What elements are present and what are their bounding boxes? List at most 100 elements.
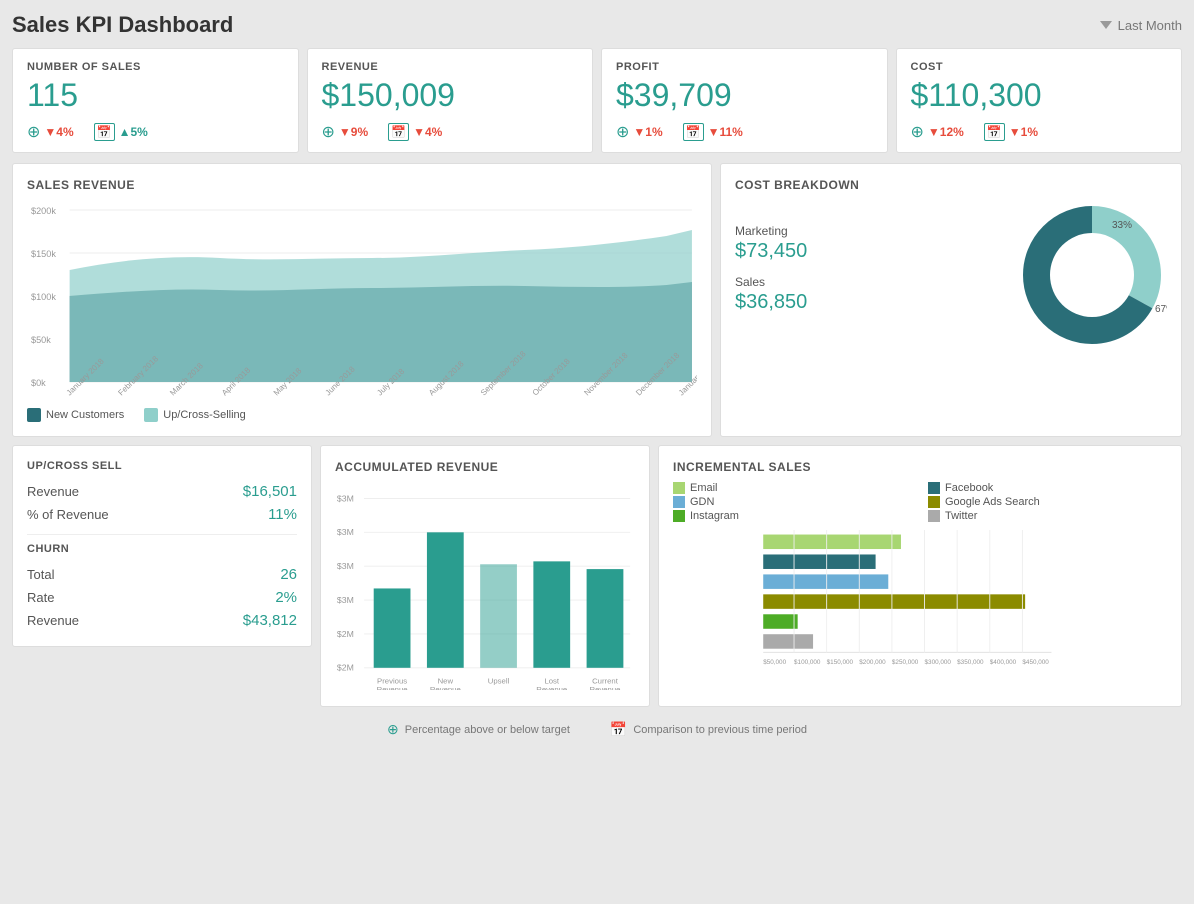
upcross-revenue-row: Revenue $16,501 [27,480,297,503]
kpi-label-1: REVENUE [322,61,579,73]
kpi-metric2-val-1: ▼4% [413,125,442,139]
calendar-icon-2: 📅 [683,123,704,141]
filter-button[interactable]: Last Month [1100,18,1182,33]
svg-text:$100k: $100k [31,292,56,302]
bottom-grid: UP/CROSS SELL Revenue $16,501 % of Reven… [12,445,1182,707]
svg-text:$400,000: $400,000 [990,659,1017,666]
kpi-metric2-3: 📅 ▼1% [984,122,1038,142]
legend-facebook-box [928,482,940,494]
svg-text:$150,000: $150,000 [827,659,854,666]
legend-gdn-box [673,496,685,508]
svg-text:$200k: $200k [31,206,56,216]
svg-text:$100,000: $100,000 [794,659,821,666]
churn-revenue-label: Revenue [27,613,79,628]
churn-rate-label: Rate [27,590,54,605]
kpi-metrics-1: ⊕ ▼9% 📅 ▼4% [322,122,579,142]
churn-total-value: 26 [280,566,297,583]
legend-instagram-box [673,510,685,522]
legend-facebook: Facebook [928,482,1167,494]
kpi-label-2: PROFIT [616,61,873,73]
upcross-title: UP/CROSS SELL [27,460,297,472]
kpi-card-0: NUMBER OF SALES 115 ⊕ ▼4% 📅 ▲5% [12,48,299,153]
accumulated-revenue-title: ACCUMULATED REVENUE [335,460,635,474]
legend-twitter: Twitter [928,510,1167,522]
svg-text:Previous: Previous [377,676,407,685]
upcross-pct-label: % of Revenue [27,507,109,522]
svg-text:Revenue: Revenue [377,685,408,690]
kpi-card-3: COST $110,300 ⊕ ▼12% 📅 ▼1% [896,48,1183,153]
svg-text:$150k: $150k [31,249,56,259]
kpi-metric2-1: 📅 ▼4% [388,122,442,142]
svg-text:67%: 67% [1155,304,1167,315]
legend-upcross-box [144,408,158,422]
filter-label: Last Month [1118,18,1182,33]
kpi-metric2-val-0: ▲5% [119,125,148,139]
target-icon-0: ⊕ [27,122,40,142]
cost-breakdown-title: COST BREAKDOWN [735,178,1167,192]
cost-sales-label: Sales [735,275,1007,289]
kpi-metric2-val-2: ▼11% [708,125,743,139]
kpi-metric2-val-3: ▼1% [1009,125,1038,139]
legend-new-customers: New Customers [27,408,124,422]
svg-text:Revenue: Revenue [430,685,461,690]
kpi-metric1-0: ⊕ ▼4% [27,122,74,142]
target-icon-1: ⊕ [322,122,335,142]
churn-total-row: Total 26 [27,563,297,586]
svg-text:33%: 33% [1112,220,1132,231]
kpi-metric1-1: ⊕ ▼9% [322,122,369,142]
cost-marketing-value: $73,450 [735,240,1007,263]
legend-gdn-label: GDN [690,496,714,508]
svg-text:$3M: $3M [337,493,354,503]
svg-text:$300,000: $300,000 [925,659,952,666]
upcross-pct-row: % of Revenue 11% [27,503,297,526]
dashboard: Sales KPI Dashboard Last Month NUMBER OF… [12,12,1182,742]
svg-text:$450,000: $450,000 [1022,659,1049,666]
kpi-value-0: 115 [27,77,284,114]
bottom-left: UP/CROSS SELL Revenue $16,501 % of Reven… [12,445,312,707]
kpi-metric2-2: 📅 ▼11% [683,122,743,142]
churn-total-label: Total [27,567,54,582]
target-icon: ⊕ [387,721,399,738]
upcross-revenue-label: Revenue [27,484,79,499]
accumulated-revenue-card: ACCUMULATED REVENUE $3M $3M $3M $3M $2M … [320,445,650,707]
churn-revenue-row: Revenue $43,812 [27,609,297,632]
kpi-label-0: NUMBER OF SALES [27,61,284,73]
kpi-metric2-0: 📅 ▲5% [94,122,148,142]
header: Sales KPI Dashboard Last Month [12,12,1182,38]
legend-email: Email [673,482,912,494]
cost-marketing-label: Marketing [735,224,1007,238]
kpi-card-1: REVENUE $150,009 ⊕ ▼9% 📅 ▼4% [307,48,594,153]
legend-new-customers-label: New Customers [46,409,124,421]
kpi-metric1-3: ⊕ ▼12% [911,122,964,142]
kpi-metric1-val-2: ▼1% [633,125,662,139]
legend-gdn: GDN [673,496,912,508]
donut-chart: 33% 67% [1017,200,1167,350]
svg-text:$2M: $2M [337,663,354,673]
kpi-metric1-val-1: ▼9% [339,125,368,139]
svg-text:Current: Current [592,676,619,685]
svg-text:$2M: $2M [337,629,354,639]
legend-google-ads-label: Google Ads Search [945,496,1040,508]
accumulated-revenue-chart: $3M $3M $3M $3M $2M $2M [335,482,635,692]
kpi-card-2: PROFIT $39,709 ⊕ ▼1% 📅 ▼11% [601,48,888,153]
cost-breakdown-content: Marketing $73,450 Sales $36,850 [735,200,1167,350]
svg-text:$200,000: $200,000 [859,659,886,666]
svg-text:$3M: $3M [337,527,354,537]
kpi-value-2: $39,709 [616,77,873,114]
svg-text:Lost: Lost [544,676,559,685]
legend-upcross-label: Up/Cross-Selling [163,409,246,421]
calendar-icon-1: 📅 [388,123,409,141]
upcross-pct-value: 11% [268,506,297,523]
upcross-churn-card: UP/CROSS SELL Revenue $16,501 % of Reven… [12,445,312,647]
sales-revenue-chart: $200k $150k $100k $50k $0k [27,200,697,400]
legend-upcross: Up/Cross-Selling [144,408,246,422]
calendar-icon-3: 📅 [984,123,1005,141]
incremental-sales-title: INCREMENTAL SALES [673,460,1167,474]
footer-target: ⊕ Percentage above or below target [387,721,570,738]
svg-text:Upsell: Upsell [488,676,510,685]
svg-text:$50k: $50k [31,335,51,345]
legend-facebook-label: Facebook [945,482,993,494]
calendar-icon-0: 📅 [94,123,115,141]
svg-text:$3M: $3M [337,561,354,571]
kpi-value-3: $110,300 [911,77,1168,114]
